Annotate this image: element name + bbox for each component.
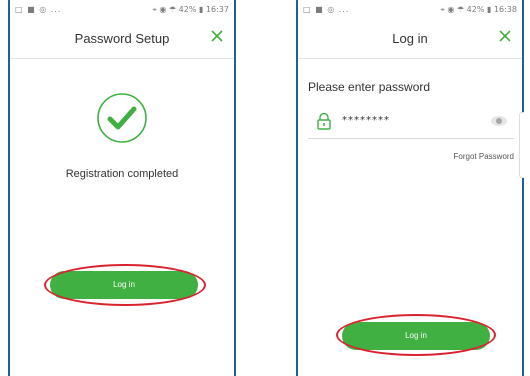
page-title: Log in <box>392 31 428 46</box>
close-icon[interactable] <box>496 27 514 45</box>
status-bar-right-info: ⌖ ◉ ☂ 42% ▮ 16:38 <box>440 5 517 14</box>
check-icon <box>97 93 147 143</box>
status-bar-right-info: ⌖ ◉ ☂ 42% ▮ 16:37 <box>152 5 229 14</box>
close-icon[interactable] <box>208 27 226 45</box>
password-field[interactable]: ******** <box>308 108 514 139</box>
phone-screen-password-setup: □ ■ ◎ ... ⌖ ◉ ☂ 42% ▮ 16:37 Password Set… <box>8 0 236 376</box>
password-input[interactable]: ******** <box>342 115 390 126</box>
header: Log in <box>298 18 522 59</box>
forgot-password-link[interactable]: Forgot Password <box>454 152 514 161</box>
phone-screen-login: □ ■ ◎ ... ⌖ ◉ ☂ 42% ▮ 16:38 Log in Pleas… <box>296 0 524 376</box>
status-bar: □ ■ ◎ ... ⌖ ◉ ☂ 42% ▮ 16:37 <box>10 0 234 18</box>
password-prompt: Please enter password <box>308 80 431 94</box>
status-bar-left-icons: □ ■ ◎ ... <box>303 5 350 14</box>
eye-icon[interactable] <box>490 115 508 127</box>
login-button[interactable]: Log in <box>342 322 490 350</box>
page-title: Password Setup <box>74 31 170 46</box>
scrollbar[interactable] <box>519 112 524 178</box>
status-bar: □ ■ ◎ ... ⌖ ◉ ☂ 42% ▮ 16:38 <box>298 0 522 18</box>
login-button[interactable]: Log in <box>50 271 198 299</box>
lock-icon <box>317 112 331 130</box>
header: Password Setup <box>10 18 234 59</box>
status-bar-left-icons: □ ■ ◎ ... <box>15 5 62 14</box>
registration-message: Registration completed <box>65 168 179 180</box>
